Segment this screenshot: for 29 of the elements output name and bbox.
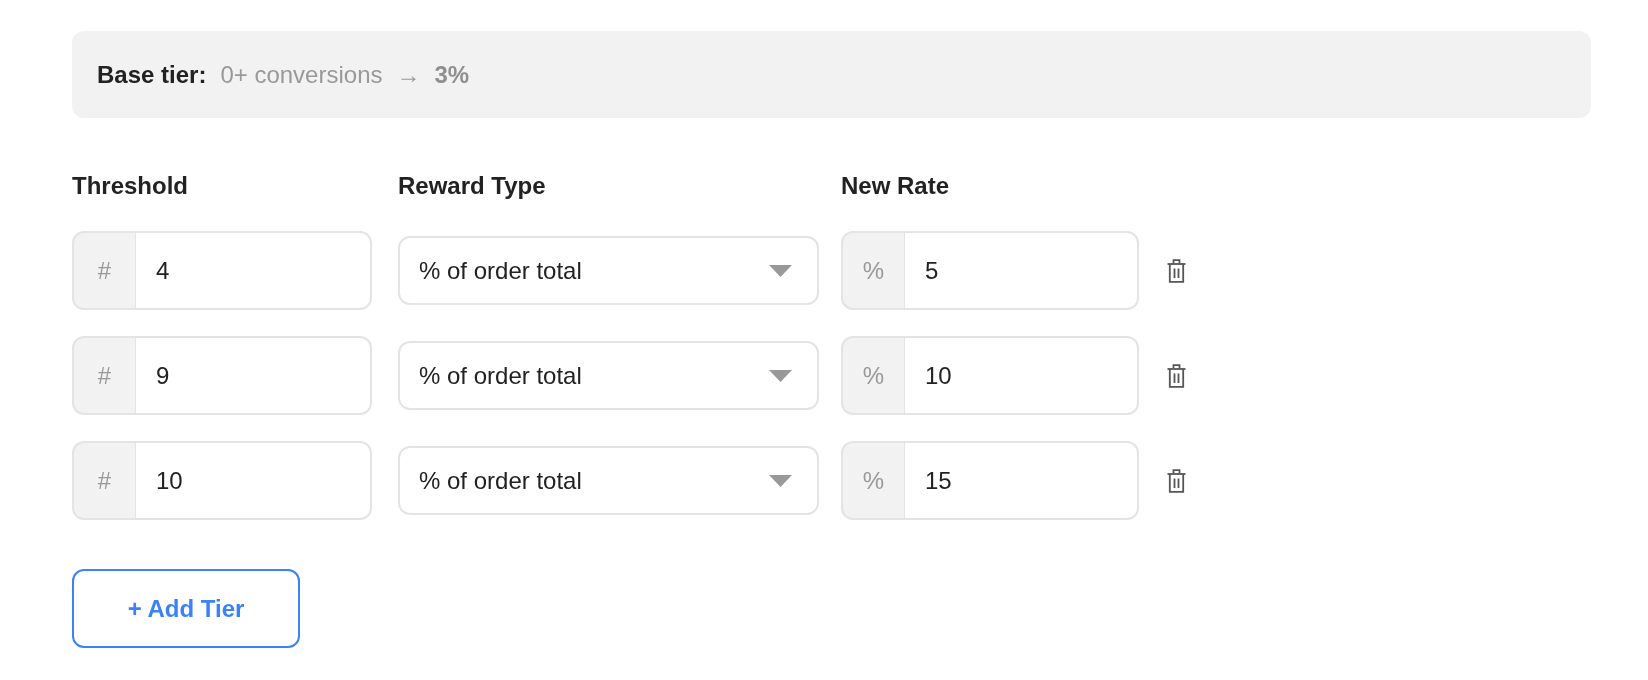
base-rate-text: 3% (434, 59, 470, 90)
reward-type-dropdown[interactable]: % of order total (398, 446, 819, 515)
hash-prefix: # (72, 336, 137, 415)
rate-input[interactable]: 5 (905, 231, 1139, 310)
caret-icon (769, 474, 792, 487)
percent-prefix: % (841, 231, 906, 310)
rate-input[interactable]: 10 (905, 336, 1139, 415)
caret-icon (769, 264, 792, 277)
caret-icon (769, 369, 792, 382)
trash-icon[interactable] (1167, 363, 1186, 388)
percent-prefix: % (841, 441, 906, 520)
conversions-text: 0+ conversions (220, 59, 383, 90)
threshold-input[interactable]: 9 (136, 336, 372, 415)
reward-type-dropdown[interactable]: % of order total (398, 341, 819, 410)
add-tier-button[interactable]: + Add Tier (72, 569, 300, 648)
trash-icon[interactable] (1167, 258, 1186, 283)
column-header: Threshold (72, 172, 188, 199)
trash-icon[interactable] (1167, 468, 1186, 493)
hash-prefix: # (72, 441, 137, 520)
arrow-symbol: → (396, 59, 421, 90)
base-tier-label: Base tier: (97, 59, 207, 90)
column-header: New Rate (841, 172, 950, 199)
hash-prefix: # (72, 231, 137, 310)
column-header: Reward Type (398, 172, 546, 199)
percent-prefix: % (841, 336, 906, 415)
threshold-input[interactable]: 10 (136, 441, 372, 520)
reward-type-dropdown[interactable]: % of order total (398, 236, 819, 305)
threshold-input[interactable]: 4 (136, 231, 372, 310)
rate-input[interactable]: 15 (905, 441, 1139, 520)
